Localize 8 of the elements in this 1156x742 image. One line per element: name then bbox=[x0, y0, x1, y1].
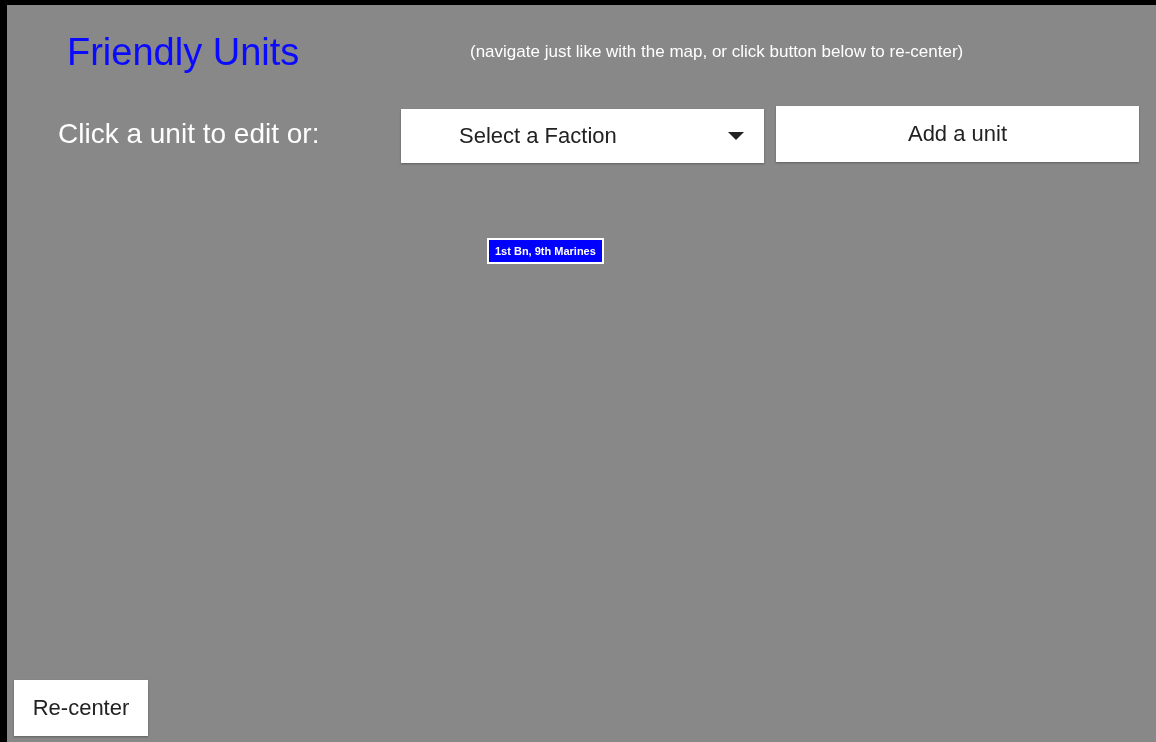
add-unit-button[interactable]: Add a unit bbox=[776, 106, 1139, 162]
page-title: Friendly Units bbox=[67, 30, 301, 74]
faction-dropdown[interactable]: Select a Faction bbox=[401, 109, 764, 163]
instruction-label: Click a unit to edit or: bbox=[58, 118, 321, 150]
recenter-button[interactable]: Re-center bbox=[14, 680, 148, 736]
navigation-hint: (navigate just like with the map, or click button below to re-center) bbox=[470, 42, 964, 62]
unit-label[interactable]: 1st Bn, 9th Marines bbox=[487, 238, 604, 264]
caret-icon bbox=[728, 132, 744, 140]
